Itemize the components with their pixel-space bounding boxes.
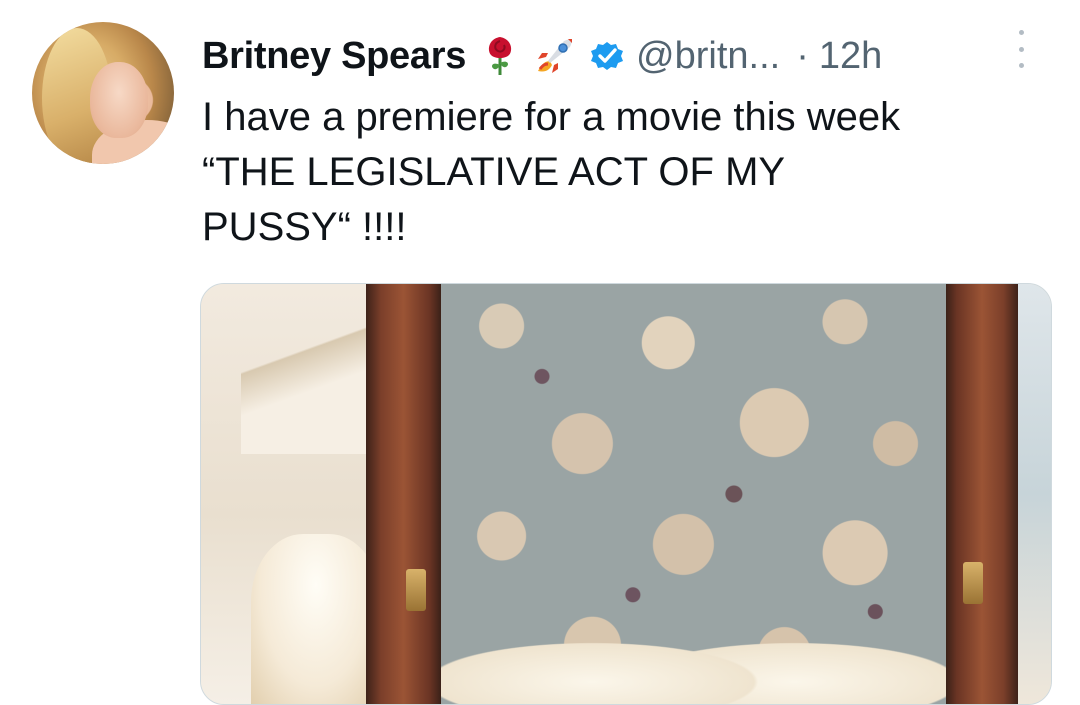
photo-headboard-frame-left [366, 284, 441, 704]
author-name[interactable]: Britney Spears [202, 35, 466, 78]
author-handle[interactable]: @britn... [636, 35, 780, 78]
photo-sconce-right [963, 562, 983, 604]
tweet-header: Britney Spears @britn... · 12h [202, 28, 882, 84]
photo-pillows [441, 634, 946, 704]
tweet-media-photo[interactable] [200, 283, 1052, 705]
photo-lamp [251, 534, 381, 704]
more-options-icon[interactable] [1016, 30, 1026, 68]
rocket-icon [532, 35, 576, 77]
photo-staircase [241, 284, 381, 454]
avatar-face [90, 62, 148, 138]
verified-badge-icon [588, 35, 626, 77]
avatar[interactable] [32, 22, 174, 164]
tweet-text: I have a premiere for a movie this week … [202, 95, 901, 249]
photo-headboard-frame-right [946, 284, 1018, 704]
separator-dot: · [796, 34, 809, 77]
photo-right-wall [1018, 284, 1051, 704]
tweet-timestamp[interactable]: 12h [819, 35, 882, 78]
rose-icon [482, 35, 518, 77]
photo-sconce-left [406, 569, 426, 611]
